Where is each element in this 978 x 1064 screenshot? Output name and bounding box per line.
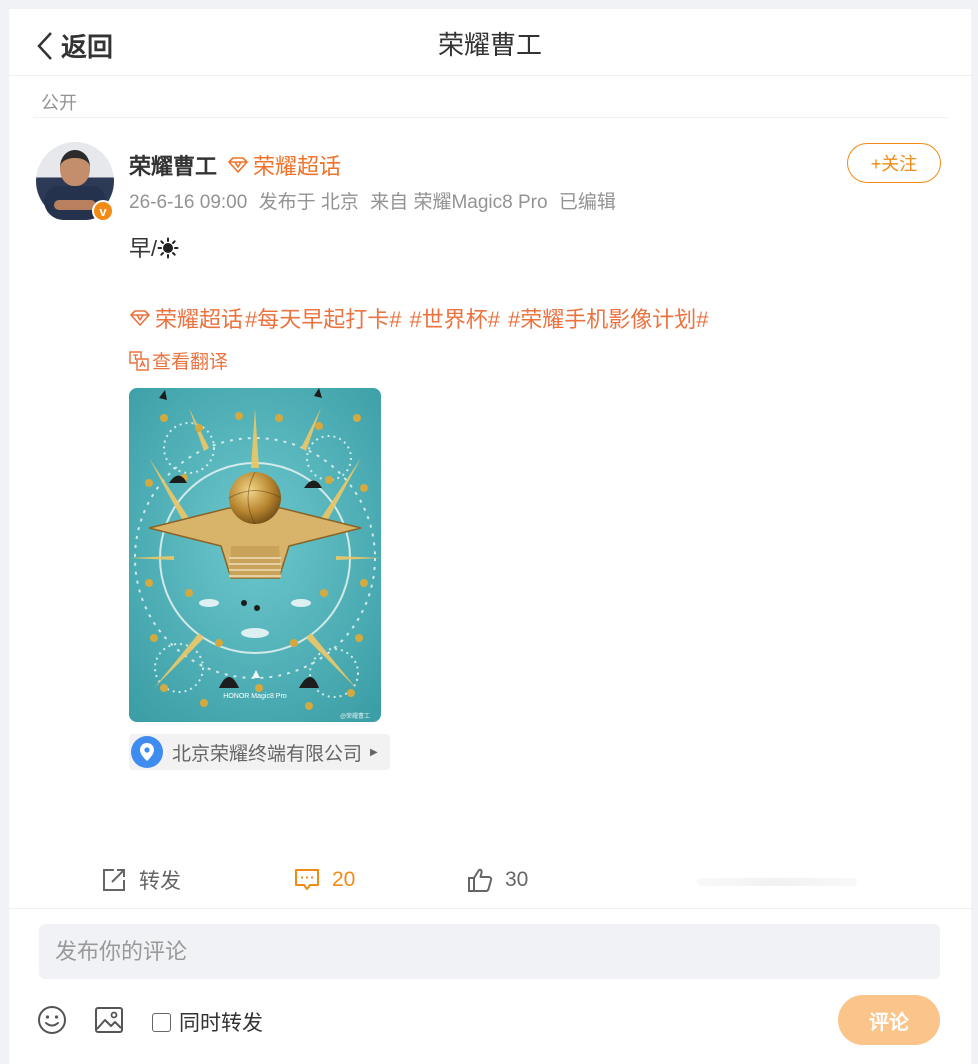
caret-right-icon: ▶ [370,746,378,758]
also-repost-checkbox[interactable]: 同时转发 [152,1007,263,1037]
follow-label: +关注 [870,154,918,174]
divider [9,908,971,909]
action-bar: 转发 20 30 [9,854,971,906]
divider [33,117,947,118]
location-pin-icon [131,736,163,768]
page-title: 荣耀曹工 [437,30,542,60]
topic-tags: 荣耀超话 #每天早起打卡# #世界杯# #荣耀手机影像计划# [129,302,716,334]
super-topic-link[interactable]: 荣耀超话 [227,149,341,181]
emoji-button[interactable] [37,1005,67,1040]
submit-comment-button[interactable]: 评论 [838,995,940,1045]
sun-emoji-icon [157,237,179,259]
stadium-photo: HONOR Magic8 Pro @荣耀曹工 [129,388,381,722]
author-name[interactable]: 荣耀曹工 [129,149,217,181]
tag-super-topic[interactable]: 荣耀超话 [155,302,243,334]
image-icon [95,1007,123,1033]
diamond-icon [228,157,248,173]
also-repost-label: 同时转发 [179,1012,263,1035]
obscured-region [697,878,857,886]
thumbs-up-icon [468,868,493,892]
comment-button[interactable]: 20 [294,854,355,906]
follow-button[interactable]: +关注 [847,143,941,183]
post-text: 早/ [129,231,179,263]
edited-label: 已编辑 [558,192,616,213]
top-bar: 返回 荣耀曹工 [9,9,971,76]
comment-count: 20 [332,868,356,891]
like-count: 30 [505,868,529,891]
share-icon [103,869,125,891]
submit-label: 评论 [869,1011,909,1034]
post-source: 来自 荣耀Magic8 Pro [370,192,548,213]
comment-input[interactable] [39,924,940,979]
translate-icon [129,350,149,371]
tag-world-cup[interactable]: #世界杯# [410,302,500,334]
comment-icon [295,869,319,890]
tag-early-checkin[interactable]: #每天早起打卡# [245,302,401,334]
translate-link[interactable]: 查看翻译 [129,347,228,374]
photo-credit: @荣耀曹工 [340,712,370,720]
image-upload-button[interactable] [94,1005,124,1040]
post-text-content: 早/ [129,236,158,261]
diamond-icon [130,310,150,326]
post-meta: 26-6-16 09:00 发布于 北京 来自 荣耀Magic8 Pro 已编辑 [129,187,622,214]
translate-label: 查看翻译 [152,352,229,373]
location-chip[interactable]: 北京荣耀终端有限公司 ▶ [129,734,390,770]
repost-button[interactable]: 转发 [101,854,181,906]
location-label: 北京荣耀终端有限公司 [172,743,363,765]
post-time[interactable]: 26-6-16 09:00 [129,192,247,213]
checkbox-box[interactable] [152,1012,171,1032]
visibility-label: 公开 [41,93,77,113]
post-detail-card: 返回 荣耀曹工 公开 v 荣耀曹工 荣耀超话 +关注 26-6-16 09:00… [9,9,971,1064]
super-topic-label: 荣耀超话 [253,154,342,179]
post-location-text: 发布于 北京 [258,192,359,213]
photo-watermark: HONOR Magic8 Pro [223,693,287,700]
smiley-icon [38,1006,66,1034]
verified-badge-icon: v [92,200,114,222]
like-button[interactable]: 30 [467,854,528,906]
repost-label: 转发 [139,870,181,893]
post-photo[interactable]: HONOR Magic8 Pro @荣耀曹工 [129,388,381,722]
tag-imaging-plan[interactable]: #荣耀手机影像计划# [508,302,708,334]
